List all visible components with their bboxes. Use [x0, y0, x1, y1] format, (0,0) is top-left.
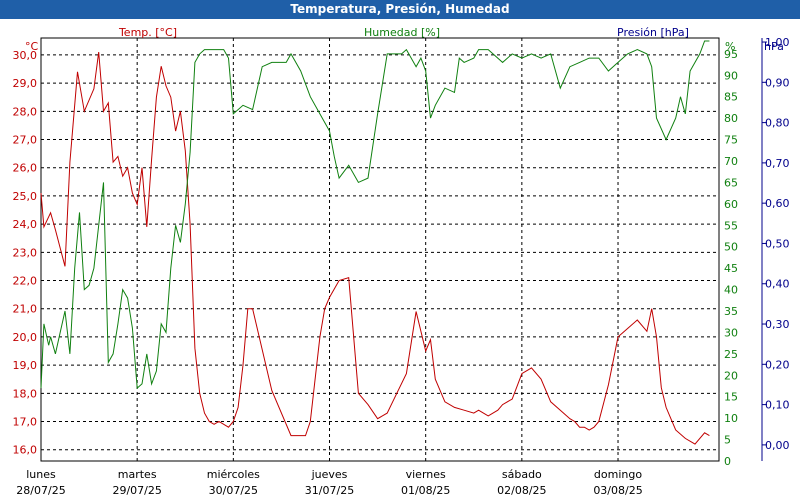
chart-svg: °C Temp. [°C] Humedad [%] Presión [hPa] … — [13, 26, 790, 497]
x-tick-day-3: jueves — [311, 468, 348, 481]
humidity-tick-6: 65 — [724, 176, 738, 189]
humidity-tick-15: 20 — [724, 369, 738, 382]
temp-tick-12: 18,0 — [13, 387, 38, 400]
humidity-tick-9: 50 — [724, 241, 738, 254]
temp-tick-9: 21,0 — [13, 303, 38, 316]
humidity-tick-labels: 95908580757065605550454035302520151050 — [724, 48, 738, 468]
humidity-tick-14: 25 — [724, 348, 738, 361]
humidity-tick-7: 60 — [724, 198, 738, 211]
humidity-tick-4: 75 — [724, 134, 738, 147]
x-tick-date-2: 30/07/25 — [209, 484, 258, 497]
temp-tick-0: 30,0 — [13, 49, 38, 62]
humidity-tick-5: 70 — [724, 155, 738, 168]
temp-tick-3: 27,0 — [13, 134, 38, 147]
x-tick-date-6: 03/08/25 — [593, 484, 642, 497]
temp-tick-11: 19,0 — [13, 359, 38, 372]
chart-window: Temperatura, Presión, Humedad °C Temp. [… — [0, 0, 800, 500]
humidity-tick-8: 55 — [724, 219, 738, 232]
window-title: Temperatura, Presión, Humedad — [0, 0, 800, 19]
humidity-axis-label: Humedad [%] — [364, 26, 440, 39]
pressure-tick-9: 0,10 — [765, 399, 790, 412]
temp-tick-6: 24,0 — [13, 218, 38, 231]
pressure-tick-1: 0,90 — [765, 76, 790, 89]
x-tick-day-6: domingo — [594, 468, 642, 481]
humidity-tick-12: 35 — [724, 305, 738, 318]
temp-tick-14: 16,0 — [13, 444, 38, 457]
pressure-tick-0: 1,00 — [765, 36, 790, 49]
humidity-tick-3: 80 — [724, 112, 738, 125]
temp-tick-10: 20,0 — [13, 331, 38, 344]
x-tick-day-2: miércoles — [207, 468, 260, 481]
x-tick-date-0: 28/07/25 — [16, 484, 65, 497]
x-tick-day-1: martes — [118, 468, 157, 481]
pressure-axis-label: Presión [hPa] — [617, 26, 689, 39]
humidity-tick-10: 45 — [724, 262, 738, 275]
humidity-tick-16: 15 — [724, 391, 738, 404]
temp-axis-label: Temp. [°C] — [118, 26, 177, 39]
pressure-tick-5: 0,50 — [765, 237, 790, 250]
temp-tick-1: 29,0 — [13, 77, 38, 90]
pressure-tick-labels: 1,00 0,90 0,80 0,70 0,60 0,50 0,40 0,30 0,20 0,10… — [762, 36, 790, 452]
x-tick-labels: lunes 28/07/25 martes 29/07/25 miércoles 30/0… — [16, 468, 642, 497]
x-tick-day-5: sábado — [502, 468, 542, 481]
temp-tick-7: 23,0 — [13, 246, 38, 259]
humidity-tick-19: 0 — [724, 455, 731, 468]
temp-tick-5: 25,0 — [13, 190, 38, 203]
temp-tick-2: 28,0 — [13, 105, 38, 118]
pressure-tick-3: 0,70 — [765, 157, 790, 170]
temp-tick-8: 22,0 — [13, 275, 38, 288]
pressure-tick-8: 0,20 — [765, 358, 790, 371]
x-tick-date-1: 29/07/25 — [112, 484, 161, 497]
temp-tick-13: 17,0 — [13, 416, 38, 429]
temp-tick-4: 26,0 — [13, 162, 38, 175]
pressure-tick-10: 0,00 — [765, 439, 790, 452]
pressure-tick-2: 0,80 — [765, 117, 790, 130]
pressure-tick-4: 0,60 — [765, 197, 790, 210]
x-tick-date-4: 01/08/25 — [401, 484, 450, 497]
pressure-tick-6: 0,40 — [765, 278, 790, 291]
x-tick-date-5: 02/08/25 — [497, 484, 546, 497]
humidity-tick-1: 90 — [724, 69, 738, 82]
humidity-tick-13: 30 — [724, 326, 738, 339]
temperature-tick-labels: 30,0 29,0 28,0 27,0 26,0 25,0 24,0 23,0 22,0 21,0… — [13, 49, 38, 457]
x-tick-day-0: lunes — [26, 468, 56, 481]
humidity-tick-17: 10 — [724, 412, 738, 425]
x-tick-day-4: viernes — [406, 468, 446, 481]
pressure-tick-7: 0,30 — [765, 318, 790, 331]
humidity-tick-11: 40 — [724, 284, 738, 297]
humidity-tick-2: 85 — [724, 91, 738, 104]
humidity-tick-0: 95 — [724, 48, 738, 61]
humidity-tick-18: 5 — [724, 434, 731, 447]
x-tick-date-3: 31/07/25 — [305, 484, 354, 497]
